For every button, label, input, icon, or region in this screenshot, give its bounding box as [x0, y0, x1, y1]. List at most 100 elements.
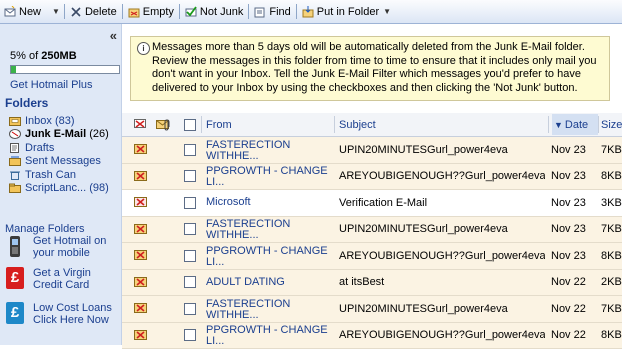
message-from: FASTERECTION WITHHE...: [206, 217, 330, 241]
message-subject[interactable]: at itsBest: [339, 270, 545, 296]
message-row[interactable]: ADULT DATINGat itsBestNov 222KB: [122, 270, 622, 297]
folder-item-scriptlance[interactable]: ScriptLanc... (98): [9, 182, 109, 196]
quota-bar: [10, 65, 120, 74]
new-button[interactable]: New: [0, 0, 45, 23]
trash-icon: [9, 170, 21, 180]
message-checkbox[interactable]: [184, 190, 196, 216]
toolbar: New ▼ Delete Empty Not Junk Find Put in: [0, 0, 622, 24]
column-divider: [201, 116, 202, 133]
message-checkbox[interactable]: [184, 164, 196, 190]
message-from: FASTERECTION WITHHE...: [206, 297, 330, 321]
put-in-folder-button[interactable]: Put in Folder ▼: [298, 0, 395, 23]
hotmail-plus-link[interactable]: Get Hotmail Plus: [10, 79, 93, 91]
message-from: PPGROWTH - CHANGE LI...: [206, 164, 330, 188]
message-checkbox[interactable]: [184, 296, 196, 322]
message-date: Nov 22: [551, 296, 586, 322]
delete-x-icon: [70, 6, 82, 18]
junk-column-icon[interactable]: [134, 113, 146, 136]
quota-bar-fill: [11, 66, 16, 73]
message-date: Nov 23: [551, 217, 586, 243]
message-row[interactable]: PPGROWTH - CHANGE LI... AREYOUBIGENOUGH??…: [122, 323, 622, 349]
from-cell[interactable]: ADULT DATING: [206, 270, 330, 296]
toolbar-divider: [179, 4, 180, 19]
message-date: Nov 22: [551, 270, 586, 296]
date-column-header[interactable]: ▼Date: [552, 114, 598, 135]
message-row[interactable]: MicrosoftVerification E-MailNov 233KB: [122, 190, 622, 217]
manage-folders-link[interactable]: Manage Folders: [5, 223, 85, 235]
folder-item-junk[interactable]: Junk E-Mail (26): [9, 128, 109, 142]
message-row[interactable]: FASTERECTION WITHHE... UPIN20MINUTESGurl_…: [122, 296, 622, 323]
folder-icon: [9, 183, 21, 193]
toolbar-divider: [248, 4, 249, 19]
message-checkbox[interactable]: [184, 270, 196, 296]
delete-button[interactable]: Delete: [66, 0, 121, 23]
folder-list: Inbox (83) Junk E-Mail (26) Drafts Sent …: [9, 114, 109, 195]
message-subject[interactable]: AREYOUBIGENOUGH??Gurl_power4eva: [339, 323, 545, 349]
message-date: Nov 23: [551, 137, 586, 163]
message-subject[interactable]: Verification E-Mail: [339, 190, 545, 216]
select-all-checkbox[interactable]: [184, 113, 196, 136]
message-rows: FASTERECTION WITHHE... UPIN20MINUTESGurl_…: [122, 137, 622, 349]
from-cell[interactable]: PPGROWTH - CHANGE LI...: [206, 243, 330, 269]
message-row[interactable]: PPGROWTH - CHANGE LI... AREYOUBIGENOUGH??…: [122, 243, 622, 270]
message-from: Microsoft: [206, 197, 251, 208]
from-cell[interactable]: PPGROWTH - CHANGE LI...: [206, 164, 330, 190]
message-list: From Subject ▼Date Size FASTERECTION WIT…: [122, 113, 622, 349]
new-dropdown-button[interactable]: ▼: [45, 0, 63, 23]
promo-loans[interactable]: £ Low Cost Loans Click Here Now: [6, 302, 113, 326]
from-cell[interactable]: FASTERECTION WITHHE...: [206, 137, 330, 163]
subject-column-header[interactable]: Subject: [339, 113, 376, 136]
empty-button[interactable]: Empty: [124, 0, 178, 23]
message-subject[interactable]: UPIN20MINUTESGurl_power4eva: [339, 137, 545, 163]
message-row[interactable]: FASTERECTION WITHHE... UPIN20MINUTESGurl_…: [122, 137, 622, 164]
junk-mail-icon: [134, 296, 148, 322]
message-row[interactable]: FASTERECTION WITHHE... UPIN20MINUTESGurl_…: [122, 217, 622, 244]
message-checkbox[interactable]: [184, 137, 196, 163]
toolbar-divider: [64, 4, 65, 19]
new-mail-icon: [4, 6, 16, 18]
message-list-header: From Subject ▼Date Size: [122, 113, 622, 137]
message-subject[interactable]: UPIN20MINUTESGurl_power4eva: [339, 296, 545, 322]
folder-item-sent[interactable]: Sent Messages: [9, 155, 109, 169]
from-cell[interactable]: PPGROWTH - CHANGE LI...: [206, 323, 330, 349]
junk-notice: i Messages more than 5 days old will be …: [130, 36, 610, 101]
message-row[interactable]: PPGROWTH - CHANGE LI... AREYOUBIGENOUGH??…: [122, 164, 622, 191]
message-subject[interactable]: AREYOUBIGENOUGH??Gurl_power4eva: [339, 164, 545, 190]
message-size: 7KB: [601, 217, 622, 243]
message-from: ADULT DATING: [206, 277, 285, 288]
chevron-down-icon: ▼: [52, 7, 60, 16]
collapse-sidebar-icon[interactable]: «: [110, 28, 117, 43]
junk-mail-icon: [134, 137, 148, 163]
message-checkbox[interactable]: [184, 243, 196, 269]
pound-icon: £: [6, 302, 24, 324]
message-subject[interactable]: AREYOUBIGENOUGH??Gurl_power4eva: [339, 243, 545, 269]
folders-heading[interactable]: Folders: [5, 96, 48, 110]
folder-item-inbox[interactable]: Inbox (83): [9, 114, 109, 128]
junk-mail-icon: [134, 270, 148, 296]
size-column-header[interactable]: Size: [601, 113, 622, 136]
from-cell[interactable]: FASTERECTION WITHHE...: [206, 296, 330, 322]
find-icon: [254, 6, 266, 18]
message-subject[interactable]: UPIN20MINUTESGurl_power4eva: [339, 217, 545, 243]
folder-item-drafts[interactable]: Drafts: [9, 141, 109, 155]
pound-icon: £: [6, 267, 24, 289]
from-column-header[interactable]: From: [206, 113, 232, 136]
junk-mail-icon: [134, 323, 148, 349]
paperclip-icon[interactable]: [163, 113, 171, 136]
folder-item-trash[interactable]: Trash Can: [9, 168, 109, 182]
message-checkbox[interactable]: [184, 217, 196, 243]
not-junk-button[interactable]: Not Junk: [181, 0, 247, 23]
toolbar-divider: [122, 4, 123, 19]
promo-mobile[interactable]: Get Hotmail on your mobile: [6, 235, 113, 259]
find-button[interactable]: Find: [250, 0, 294, 23]
message-size: 8KB: [601, 243, 622, 269]
from-cell[interactable]: FASTERECTION WITHHE...: [206, 217, 330, 243]
quota-label: 5% of 250MB: [10, 50, 77, 62]
info-icon: i: [137, 42, 150, 55]
from-cell[interactable]: Microsoft: [206, 190, 330, 216]
promo-credit-card[interactable]: £ Get a Virgin Credit Card: [6, 267, 113, 291]
message-from: PPGROWTH - CHANGE LI...: [206, 244, 330, 268]
junk-folder-icon: [9, 129, 21, 139]
message-checkbox[interactable]: [184, 323, 196, 349]
message-date: Nov 23: [551, 190, 586, 216]
